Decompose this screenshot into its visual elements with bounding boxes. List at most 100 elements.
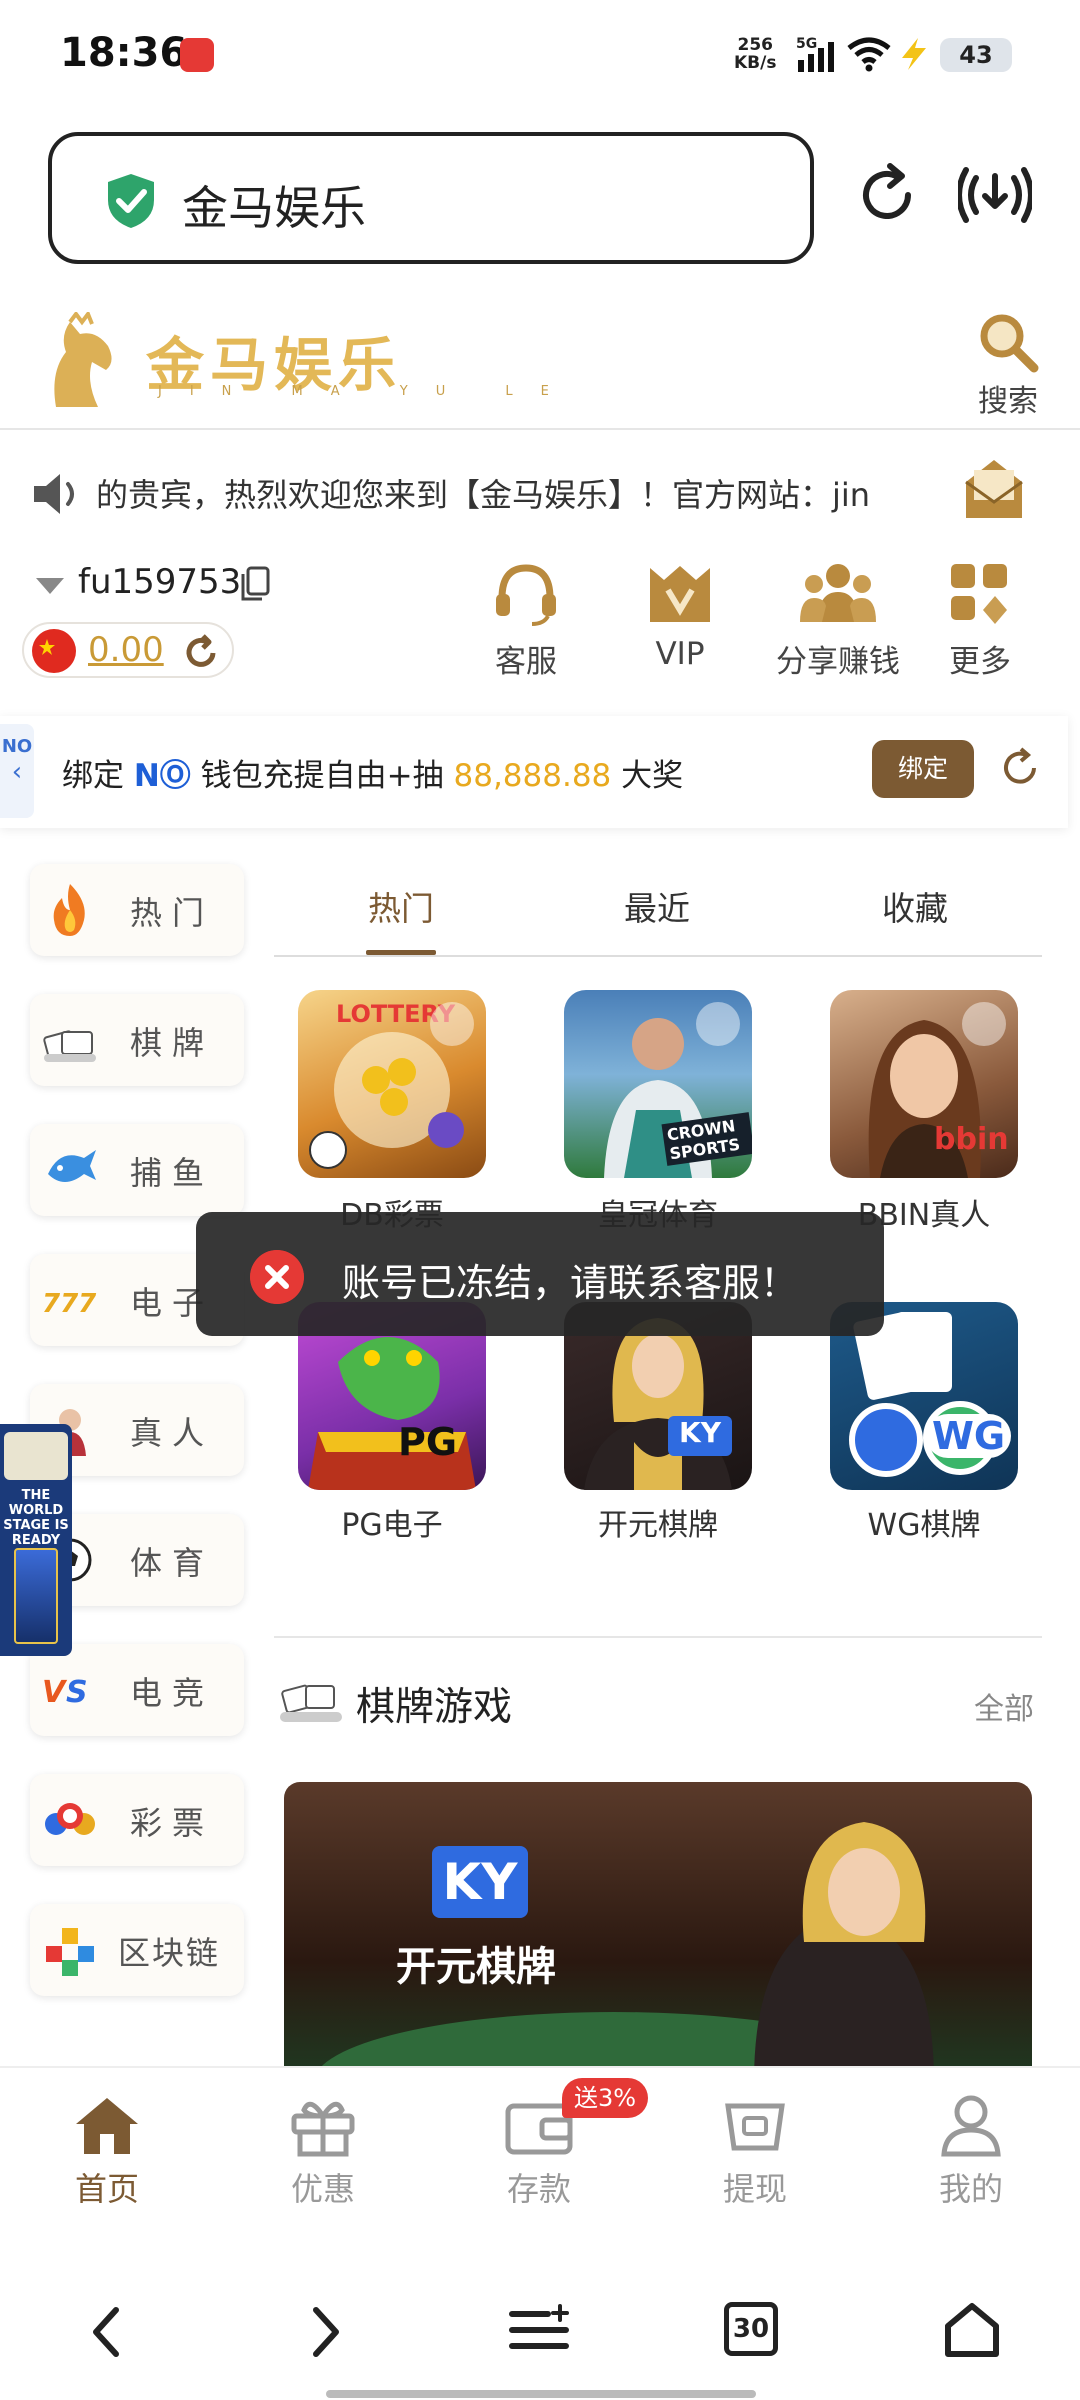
balance-pill[interactable]: 0.00 xyxy=(22,622,234,678)
mail-icon[interactable] xyxy=(962,456,1026,522)
side-nav-hot[interactable]: 热门 xyxy=(30,864,244,956)
tab-hot[interactable]: 热门 xyxy=(368,882,434,930)
section-view-all[interactable]: 全部 xyxy=(974,1684,1034,1728)
address-bar[interactable]: 金马娱乐 xyxy=(48,132,814,264)
active-tab-indicator xyxy=(366,950,436,955)
quick-action-more[interactable]: 更多 xyxy=(910,560,1050,690)
tab-recent[interactable]: 最近 xyxy=(624,882,690,930)
nav-label: 首页 xyxy=(74,2170,139,2208)
side-nav-label: 真人 xyxy=(130,1414,215,1452)
header-divider xyxy=(0,428,1080,430)
game-card-crown-sports[interactable]: CROWN SPORTS xyxy=(564,990,752,1178)
account-dropdown-icon[interactable] xyxy=(36,578,64,594)
nav-label: 提现 xyxy=(722,2170,787,2208)
ky-cards-banner[interactable]: KY 开元棋牌 xyxy=(284,1782,1032,2082)
game-badge: PG xyxy=(398,1420,458,1464)
back-chevron-icon[interactable] xyxy=(86,2304,126,2360)
game-card-db-lottery[interactable]: LOTTERY xyxy=(298,990,486,1178)
section-divider xyxy=(274,1636,1042,1638)
section-title: 棋牌游戏 xyxy=(356,1685,513,1730)
home-outline-icon[interactable] xyxy=(942,2300,1002,2360)
copy-icon[interactable] xyxy=(240,566,270,602)
blockchain-cubes-icon xyxy=(46,1928,94,1976)
tabs-count-button[interactable]: 30 xyxy=(724,2302,778,2356)
side-nav-label: 体育 xyxy=(130,1544,215,1582)
vip-crown-icon xyxy=(650,566,710,622)
announcement-marquee[interactable]: 的贵宾，热烈欢迎您来到【金马娱乐】！官方网站：jin xyxy=(96,470,954,520)
no-wallet-side-tab[interactable]: NO ‹ xyxy=(0,724,34,818)
quick-action-vip[interactable]: VIP xyxy=(610,560,750,690)
side-nav-fishing[interactable]: 捕鱼 xyxy=(30,1124,244,1216)
game-name: WG棋牌 xyxy=(867,1508,981,1543)
home-icon xyxy=(76,2098,138,2154)
side-nav-label: 区块链 xyxy=(118,1934,221,1972)
gesture-handle[interactable] xyxy=(326,2390,756,2398)
slot-777-icon: 777 xyxy=(42,1289,97,1319)
banner-art xyxy=(314,1822,934,2082)
favorite-star-icon[interactable] xyxy=(962,1002,1006,1046)
fish-icon xyxy=(48,1150,96,1182)
status-time: 18:36 xyxy=(60,30,188,76)
ad-emblem xyxy=(14,1548,58,1644)
ad-text: THE WORLD STAGE IS READY xyxy=(3,1488,69,1548)
floating-ad[interactable]: THE WORLD STAGE IS READY xyxy=(0,1424,72,1656)
toast-message: 账号已冻结，请联系客服！ xyxy=(342,1261,799,1305)
net-speed: 256 KB/s xyxy=(734,36,776,72)
wifi-icon xyxy=(847,37,891,72)
gift-icon xyxy=(291,2101,355,2157)
net-speed-value: 256 xyxy=(737,35,773,55)
quick-action-share[interactable]: 分享赚钱 xyxy=(758,560,918,690)
bind-banner-text: 绑定 NⓄ 钱包充提自由+抽 88,888.88 大奖 xyxy=(62,750,683,795)
bind-button[interactable]: 绑定 xyxy=(872,740,974,798)
nav-home[interactable]: 首页 xyxy=(32,2092,182,2210)
bind-prefix: 绑定 xyxy=(62,758,134,794)
tab-favorites[interactable]: 收藏 xyxy=(882,882,948,930)
shield-check-icon xyxy=(108,174,154,228)
bind-wallet-banner[interactable]: NO ‹ 绑定 NⓄ 钱包充提自由+抽 88,888.88 大奖 绑定 xyxy=(0,716,1068,828)
side-nav-blockchain[interactable]: 区块链 xyxy=(30,1904,244,1996)
horse-logo-icon[interactable] xyxy=(36,312,126,412)
chevron-left-icon: ‹ xyxy=(11,757,23,787)
deposit-promo-badge: 送3% xyxy=(562,2078,649,2118)
signal-icon: 5G xyxy=(796,36,836,72)
side-nav-label: 棋牌 xyxy=(130,1024,215,1062)
side-nav-cards[interactable]: 棋牌 xyxy=(30,994,244,1086)
notification-app-icon xyxy=(180,38,214,72)
quick-action-label: 更多 xyxy=(949,644,1011,680)
favorite-star-icon[interactable] xyxy=(430,1002,474,1046)
nav-profile[interactable]: 我的 xyxy=(896,2092,1046,2210)
forward-chevron-icon[interactable] xyxy=(306,2304,346,2360)
cash-withdraw-icon xyxy=(725,2103,785,2151)
favorite-star-icon[interactable] xyxy=(696,1002,740,1046)
no-wallet-side-label: NO xyxy=(1,736,33,757)
refresh-balance-icon[interactable] xyxy=(182,634,220,672)
reload-icon[interactable] xyxy=(852,160,922,230)
broadcast-download-icon[interactable] xyxy=(958,158,1032,232)
speaker-icon xyxy=(34,474,74,514)
headset-icon xyxy=(496,564,556,626)
svg-text:V: V xyxy=(42,1675,68,1710)
quick-action-support[interactable]: 客服 xyxy=(456,560,596,690)
user-profile-icon xyxy=(941,2095,1001,2157)
banner-logo: KY xyxy=(432,1846,528,1918)
vs-esports-icon: VS xyxy=(42,1675,88,1710)
game-card-bbin-live[interactable]: bbin xyxy=(830,990,1018,1178)
net-speed-unit: KB/s xyxy=(734,53,777,73)
bottom-nav: 首页 优惠 存款 送3% 提现 我的 xyxy=(0,2066,1080,2250)
side-nav-lottery[interactable]: 彩票 xyxy=(30,1774,244,1866)
network-type: 5G xyxy=(796,36,818,52)
side-nav-label: 热门 xyxy=(130,894,215,932)
ad-trophy-icon xyxy=(4,1432,68,1480)
menu-icon[interactable] xyxy=(508,2302,570,2358)
nav-promotions[interactable]: 优惠 xyxy=(248,2092,398,2210)
search-label[interactable]: 搜索 xyxy=(978,376,1038,420)
logo-subtitle: JIN MA YU LE xyxy=(158,384,577,399)
nav-withdraw[interactable]: 提现 xyxy=(680,2092,830,2210)
balance-value: 0.00 xyxy=(88,630,164,670)
search-icon[interactable] xyxy=(976,310,1040,374)
game-badge: KY xyxy=(668,1416,732,1456)
side-nav-esports[interactable]: VS 电竞 xyxy=(30,1644,244,1736)
refresh-icon[interactable] xyxy=(998,746,1042,790)
nav-label: 我的 xyxy=(938,2170,1003,2208)
side-nav-label: 捕鱼 xyxy=(130,1154,215,1192)
